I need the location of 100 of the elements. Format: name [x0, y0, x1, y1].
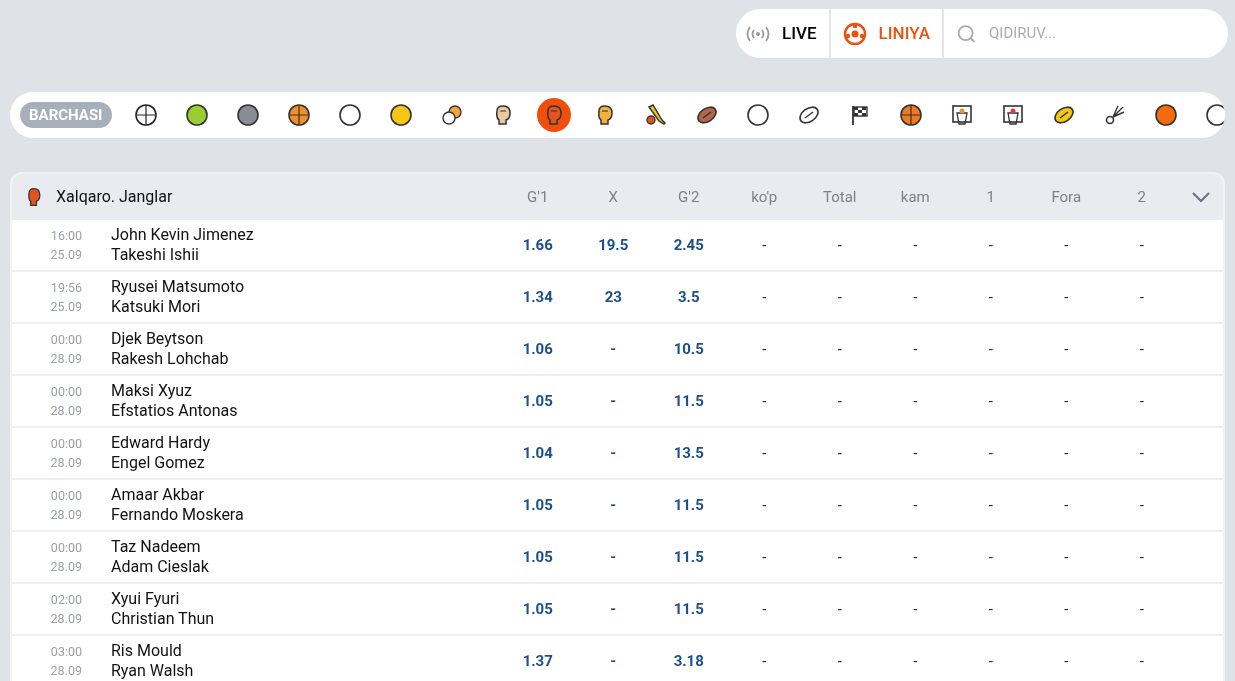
match-row[interactable]: 00:00 28.09 Maksi Xyuz Efstatios Antonas 1.05 - 11.5 - - - - - -: [12, 376, 1223, 428]
odds-value[interactable]: -: [1104, 441, 1180, 465]
odds-value[interactable]: -: [1104, 649, 1180, 673]
odds-value[interactable]: 1.34: [500, 285, 576, 309]
odds-value[interactable]: -: [575, 545, 651, 569]
nav-tab[interactable]: LINIYA: [830, 9, 944, 58]
odds-value[interactable]: -: [726, 545, 802, 569]
odds-value[interactable]: 3.5: [651, 285, 727, 309]
odds-value[interactable]: -: [1028, 649, 1104, 673]
odds-value[interactable]: -: [575, 389, 651, 413]
match-row[interactable]: 02:00 28.09 Xyui Fyuri Christian Thun 1.05 - 11.5 - - - - - -: [12, 584, 1223, 636]
match-date: 28.09: [50, 558, 82, 576]
odds-value[interactable]: -: [802, 285, 878, 309]
odds-value[interactable]: -: [1104, 389, 1180, 413]
odds-value[interactable]: -: [953, 441, 1029, 465]
odds-value[interactable]: -: [1104, 545, 1180, 569]
odds-value[interactable]: -: [1104, 493, 1180, 517]
odds-value[interactable]: -: [953, 389, 1029, 413]
odds-value[interactable]: -: [575, 649, 651, 673]
odds-value[interactable]: -: [1028, 233, 1104, 257]
odds-value[interactable]: -: [877, 597, 953, 621]
odds-value[interactable]: -: [1028, 597, 1104, 621]
fighter-name: Fernando Moskera: [111, 505, 245, 525]
search-field[interactable]: QIDIRUV...: [989, 22, 1228, 45]
fighter-name: Amaar Akbar: [111, 485, 205, 505]
odds-value[interactable]: 11.5: [651, 493, 727, 517]
odds-value[interactable]: -: [575, 337, 651, 361]
odds-value[interactable]: -: [726, 337, 802, 361]
odds-value[interactable]: 13.5: [651, 441, 727, 465]
odds-value[interactable]: 11.5: [651, 389, 727, 413]
odds-value[interactable]: -: [726, 285, 802, 309]
odds-value[interactable]: -: [877, 545, 953, 569]
odds-value[interactable]: 1.66: [500, 233, 576, 257]
odds-value[interactable]: 11.5: [651, 597, 727, 621]
odds-value[interactable]: -: [1028, 545, 1104, 569]
odds-value[interactable]: -: [953, 649, 1029, 673]
odds-value[interactable]: -: [802, 545, 878, 569]
tennis-ball-icon: [184, 103, 209, 127]
odds-value[interactable]: 23: [575, 285, 651, 309]
odds-value[interactable]: -: [802, 389, 878, 413]
match-row[interactable]: 00:00 28.09 Taz Nadeem Adam Cieslak 1.05 - 11.5 - - - - - -: [12, 532, 1223, 584]
odds-value[interactable]: -: [953, 233, 1029, 257]
odds-value[interactable]: -: [726, 441, 802, 465]
odds-value[interactable]: 1.04: [500, 441, 576, 465]
odds-value[interactable]: -: [1028, 285, 1104, 309]
nav-tab[interactable]: LIVE: [736, 9, 831, 58]
match-row[interactable]: 19:56 25.09 Ryusei Matsumoto Katsuki Mori 1.34 23 3.5 - - - - - -: [12, 272, 1223, 324]
odds-value[interactable]: -: [575, 597, 651, 621]
odds-value[interactable]: -: [1104, 233, 1180, 257]
odds-value[interactable]: 1.37: [500, 649, 576, 673]
odds-value[interactable]: -: [953, 545, 1029, 569]
sport-filter-button[interactable]: [536, 98, 571, 132]
odds-value[interactable]: -: [877, 285, 953, 309]
odds-value[interactable]: 1.05: [500, 389, 576, 413]
odds-value[interactable]: -: [877, 337, 953, 361]
match-row[interactable]: 00:00 28.09 Djek Beytson Rakesh Lohchab 1.06 - 10.5 - - - - - -: [12, 324, 1223, 376]
odds-value[interactable]: -: [953, 597, 1029, 621]
odds-value[interactable]: -: [1028, 493, 1104, 517]
odds-value[interactable]: -: [726, 233, 802, 257]
odds-value[interactable]: -: [1104, 597, 1180, 621]
odds-value[interactable]: -: [726, 597, 802, 621]
odds-value[interactable]: -: [953, 493, 1029, 517]
odds-value[interactable]: -: [1028, 337, 1104, 361]
odds-value[interactable]: -: [877, 441, 953, 465]
odds-value[interactable]: -: [953, 285, 1029, 309]
odds-value[interactable]: -: [802, 493, 878, 517]
odds-value[interactable]: 2.45: [651, 233, 727, 257]
match-row[interactable]: 03:00 28.09 Ris Mould Ryan Walsh 1.37 - 3.18 - - - - - -: [12, 636, 1223, 681]
odds-value[interactable]: -: [802, 441, 878, 465]
odds-value[interactable]: -: [877, 233, 953, 257]
odds-value[interactable]: -: [802, 649, 878, 673]
match-row[interactable]: 00:00 28.09 Amaar Akbar Fernando Moskera 1.05 - 11.5 - - - - - -: [12, 480, 1223, 532]
odds-value[interactable]: -: [802, 337, 878, 361]
odds-value[interactable]: -: [1104, 285, 1180, 309]
odds-value[interactable]: 1.05: [500, 545, 576, 569]
odds-value[interactable]: 1.06: [500, 337, 576, 361]
odds-value[interactable]: -: [726, 493, 802, 517]
odds-value[interactable]: -: [953, 337, 1029, 361]
odds-value[interactable]: 10.5: [651, 337, 727, 361]
odds-value[interactable]: -: [575, 441, 651, 465]
odds-value[interactable]: -: [802, 597, 878, 621]
match-row[interactable]: 16:00 25.09 John Kevin Jimenez Takeshi Ishii 1.66 19.5 2.45 - - - - - -: [12, 220, 1223, 272]
odds-value[interactable]: 11.5: [651, 545, 727, 569]
odds-value[interactable]: 3.18: [651, 649, 727, 673]
odds-value[interactable]: 1.05: [500, 597, 576, 621]
odds-value[interactable]: -: [726, 649, 802, 673]
odds-value[interactable]: 1.05: [500, 493, 576, 517]
odds-value[interactable]: -: [575, 493, 651, 517]
odds-value[interactable]: 19.5: [575, 233, 651, 257]
odds-value[interactable]: -: [1028, 441, 1104, 465]
odds-value[interactable]: -: [1028, 389, 1104, 413]
odds-value[interactable]: -: [802, 233, 878, 257]
match-row[interactable]: 00:00 28.09 Edward Hardy Engel Gomez 1.04 - 13.5 - - - - - -: [12, 428, 1223, 480]
odds-value[interactable]: -: [726, 389, 802, 413]
odds-value[interactable]: -: [1104, 337, 1180, 361]
collapse-button[interactable]: [1191, 191, 1211, 203]
odds-value[interactable]: -: [877, 493, 953, 517]
odds-value[interactable]: -: [877, 649, 953, 673]
cricket-bat-icon: [643, 103, 668, 127]
odds-value[interactable]: -: [877, 389, 953, 413]
